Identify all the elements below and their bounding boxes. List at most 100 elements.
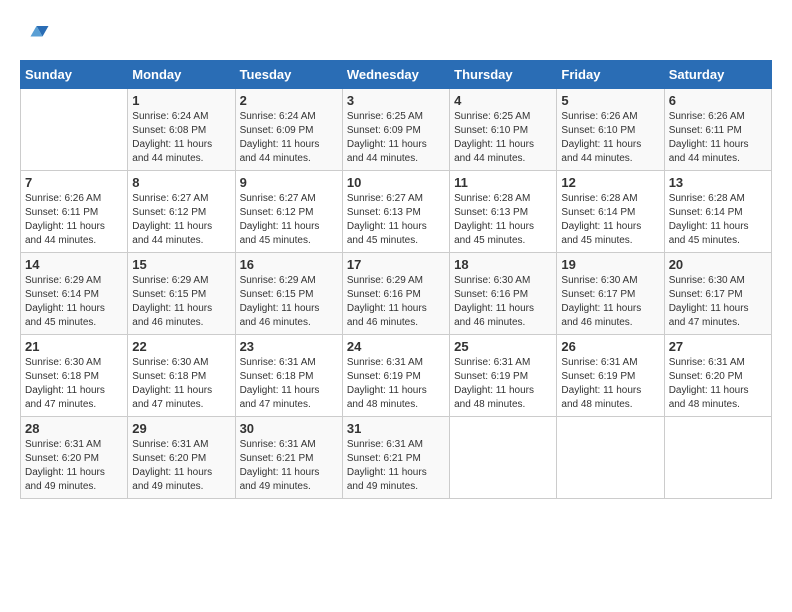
day-number: 26 <box>561 339 659 354</box>
day-info: Sunrise: 6:26 AMSunset: 6:11 PMDaylight:… <box>669 110 767 166</box>
calendar-cell: 1 Sunrise: 6:24 AMSunset: 6:08 PMDaylight… <box>128 89 235 171</box>
calendar-cell: 21 Sunrise: 6:30 AMSunset: 6:18 PMDayligh… <box>21 335 128 417</box>
day-info: Sunrise: 6:31 AMSunset: 6:20 PMDaylight:… <box>132 438 230 494</box>
day-number: 11 <box>454 175 552 190</box>
calendar-cell <box>21 89 128 171</box>
day-header-thursday: Thursday <box>450 61 557 89</box>
day-info: Sunrise: 6:30 AMSunset: 6:17 PMDaylight:… <box>669 274 767 330</box>
calendar-cell: 28 Sunrise: 6:31 AMSunset: 6:20 PMDayligh… <box>21 417 128 499</box>
calendar-cell: 18 Sunrise: 6:30 AMSunset: 6:16 PMDayligh… <box>450 253 557 335</box>
day-info: Sunrise: 6:28 AMSunset: 6:13 PMDaylight:… <box>454 192 552 248</box>
day-header-sunday: Sunday <box>21 61 128 89</box>
day-header-wednesday: Wednesday <box>342 61 449 89</box>
calendar-cell: 10 Sunrise: 6:27 AMSunset: 6:13 PMDayligh… <box>342 171 449 253</box>
day-info: Sunrise: 6:27 AMSunset: 6:13 PMDaylight:… <box>347 192 445 248</box>
day-number: 15 <box>132 257 230 272</box>
calendar-week-row: 1 Sunrise: 6:24 AMSunset: 6:08 PMDaylight… <box>21 89 772 171</box>
day-info: Sunrise: 6:29 AMSunset: 6:15 PMDaylight:… <box>132 274 230 330</box>
day-number: 8 <box>132 175 230 190</box>
day-info: Sunrise: 6:28 AMSunset: 6:14 PMDaylight:… <box>561 192 659 248</box>
calendar-cell: 12Sunrise: 6:28 AMSunset: 6:14 PMDayligh… <box>557 171 664 253</box>
calendar-cell: 30 Sunrise: 6:31 AMSunset: 6:21 PMDayligh… <box>235 417 342 499</box>
day-info: Sunrise: 6:29 AMSunset: 6:15 PMDaylight:… <box>240 274 338 330</box>
day-info: Sunrise: 6:31 AMSunset: 6:21 PMDaylight:… <box>240 438 338 494</box>
day-header-tuesday: Tuesday <box>235 61 342 89</box>
day-info: Sunrise: 6:28 AMSunset: 6:14 PMDaylight:… <box>669 192 767 248</box>
calendar-cell: 7 Sunrise: 6:26 AMSunset: 6:11 PMDaylight… <box>21 171 128 253</box>
day-number: 29 <box>132 421 230 436</box>
calendar-cell: 16 Sunrise: 6:29 AMSunset: 6:15 PMDayligh… <box>235 253 342 335</box>
day-header-friday: Friday <box>557 61 664 89</box>
calendar-cell: 11 Sunrise: 6:28 AMSunset: 6:13 PMDayligh… <box>450 171 557 253</box>
day-info: Sunrise: 6:30 AMSunset: 6:17 PMDaylight:… <box>561 274 659 330</box>
day-number: 3 <box>347 93 445 108</box>
calendar-cell: 25 Sunrise: 6:31 AMSunset: 6:19 PMDayligh… <box>450 335 557 417</box>
calendar-table: SundayMondayTuesdayWednesdayThursdayFrid… <box>20 60 772 499</box>
day-number: 1 <box>132 93 230 108</box>
calendar-cell: 4Sunrise: 6:25 AMSunset: 6:10 PMDaylight… <box>450 89 557 171</box>
calendar-header-row: SundayMondayTuesdayWednesdayThursdayFrid… <box>21 61 772 89</box>
calendar-cell: 26Sunrise: 6:31 AMSunset: 6:19 PMDayligh… <box>557 335 664 417</box>
calendar-week-row: 14 Sunrise: 6:29 AMSunset: 6:14 PMDayligh… <box>21 253 772 335</box>
day-info: Sunrise: 6:30 AMSunset: 6:18 PMDaylight:… <box>132 356 230 412</box>
calendar-week-row: 28 Sunrise: 6:31 AMSunset: 6:20 PMDayligh… <box>21 417 772 499</box>
calendar-cell: 22Sunrise: 6:30 AMSunset: 6:18 PMDayligh… <box>128 335 235 417</box>
calendar-cell: 13 Sunrise: 6:28 AMSunset: 6:14 PMDayligh… <box>664 171 771 253</box>
day-number: 28 <box>25 421 123 436</box>
day-number: 17 <box>347 257 445 272</box>
day-info: Sunrise: 6:26 AMSunset: 6:11 PMDaylight:… <box>25 192 123 248</box>
calendar-cell: 17Sunrise: 6:29 AMSunset: 6:16 PMDayligh… <box>342 253 449 335</box>
day-number: 25 <box>454 339 552 354</box>
day-header-monday: Monday <box>128 61 235 89</box>
calendar-cell: 9 Sunrise: 6:27 AMSunset: 6:12 PMDaylight… <box>235 171 342 253</box>
day-number: 24 <box>347 339 445 354</box>
day-info: Sunrise: 6:25 AMSunset: 6:09 PMDaylight:… <box>347 110 445 166</box>
day-number: 5 <box>561 93 659 108</box>
calendar-cell: 14 Sunrise: 6:29 AMSunset: 6:14 PMDayligh… <box>21 253 128 335</box>
day-number: 9 <box>240 175 338 190</box>
calendar-cell: 20Sunrise: 6:30 AMSunset: 6:17 PMDayligh… <box>664 253 771 335</box>
day-number: 7 <box>25 175 123 190</box>
calendar-cell <box>557 417 664 499</box>
day-number: 30 <box>240 421 338 436</box>
day-info: Sunrise: 6:30 AMSunset: 6:18 PMDaylight:… <box>25 356 123 412</box>
day-number: 2 <box>240 93 338 108</box>
day-number: 10 <box>347 175 445 190</box>
day-number: 13 <box>669 175 767 190</box>
day-info: Sunrise: 6:27 AMSunset: 6:12 PMDaylight:… <box>240 192 338 248</box>
calendar-cell <box>664 417 771 499</box>
calendar-cell: 5 Sunrise: 6:26 AMSunset: 6:10 PMDaylight… <box>557 89 664 171</box>
logo-icon <box>20 20 50 50</box>
day-info: Sunrise: 6:24 AMSunset: 6:08 PMDaylight:… <box>132 110 230 166</box>
day-info: Sunrise: 6:31 AMSunset: 6:19 PMDaylight:… <box>347 356 445 412</box>
page-header <box>20 20 772 50</box>
calendar-week-row: 21 Sunrise: 6:30 AMSunset: 6:18 PMDayligh… <box>21 335 772 417</box>
day-number: 27 <box>669 339 767 354</box>
day-info: Sunrise: 6:24 AMSunset: 6:09 PMDaylight:… <box>240 110 338 166</box>
calendar-cell: 29 Sunrise: 6:31 AMSunset: 6:20 PMDayligh… <box>128 417 235 499</box>
day-number: 21 <box>25 339 123 354</box>
calendar-cell: 8 Sunrise: 6:27 AMSunset: 6:12 PMDaylight… <box>128 171 235 253</box>
calendar-cell: 19Sunrise: 6:30 AMSunset: 6:17 PMDayligh… <box>557 253 664 335</box>
day-number: 14 <box>25 257 123 272</box>
day-info: Sunrise: 6:31 AMSunset: 6:20 PMDaylight:… <box>669 356 767 412</box>
day-info: Sunrise: 6:27 AMSunset: 6:12 PMDaylight:… <box>132 192 230 248</box>
day-info: Sunrise: 6:30 AMSunset: 6:16 PMDaylight:… <box>454 274 552 330</box>
day-number: 18 <box>454 257 552 272</box>
day-number: 23 <box>240 339 338 354</box>
calendar-cell: 3 Sunrise: 6:25 AMSunset: 6:09 PMDaylight… <box>342 89 449 171</box>
calendar-cell: 27 Sunrise: 6:31 AMSunset: 6:20 PMDayligh… <box>664 335 771 417</box>
calendar-cell: 6 Sunrise: 6:26 AMSunset: 6:11 PMDaylight… <box>664 89 771 171</box>
day-info: Sunrise: 6:31 AMSunset: 6:18 PMDaylight:… <box>240 356 338 412</box>
day-number: 6 <box>669 93 767 108</box>
day-number: 4 <box>454 93 552 108</box>
calendar-cell: 15 Sunrise: 6:29 AMSunset: 6:15 PMDayligh… <box>128 253 235 335</box>
logo <box>20 20 55 50</box>
calendar-week-row: 7 Sunrise: 6:26 AMSunset: 6:11 PMDaylight… <box>21 171 772 253</box>
calendar-cell <box>450 417 557 499</box>
day-number: 16 <box>240 257 338 272</box>
day-info: Sunrise: 6:29 AMSunset: 6:14 PMDaylight:… <box>25 274 123 330</box>
day-info: Sunrise: 6:26 AMSunset: 6:10 PMDaylight:… <box>561 110 659 166</box>
day-info: Sunrise: 6:31 AMSunset: 6:19 PMDaylight:… <box>454 356 552 412</box>
day-info: Sunrise: 6:31 AMSunset: 6:20 PMDaylight:… <box>25 438 123 494</box>
